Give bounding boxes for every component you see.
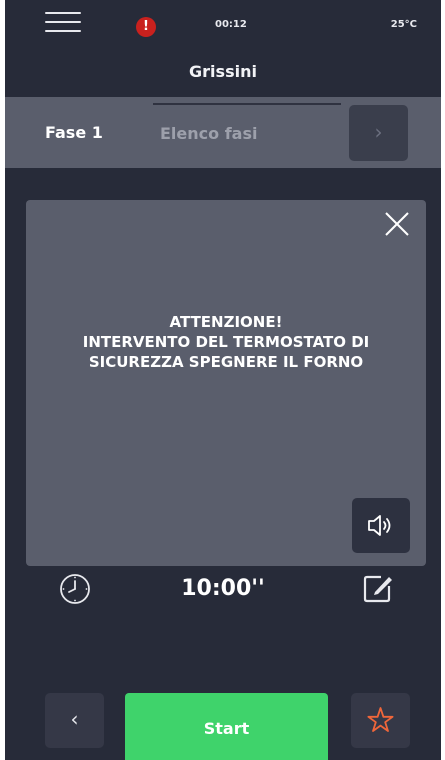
status-temperature: 25°C	[390, 19, 417, 30]
alert-message-line-1: ATTENZIONE!	[169, 313, 283, 331]
recipe-title: Grissini	[189, 62, 257, 81]
phase-bar: Fase 1 Elenco fasi ›	[5, 97, 441, 168]
back-button[interactable]: ‹	[45, 693, 104, 748]
tab-indicator	[153, 103, 341, 105]
start-button[interactable]: Start	[125, 693, 328, 760]
close-icon[interactable]	[382, 209, 412, 239]
tab-phase-list[interactable]: Elenco fasi	[153, 103, 341, 165]
alert-modal: ATTENZIONE! INTERVENTO DEL TERMOSTATO DI…	[26, 200, 426, 566]
star-icon	[367, 707, 394, 732]
sound-button[interactable]	[352, 498, 410, 553]
status-bar: ! 00:12 25°C	[5, 0, 441, 55]
alert-icon[interactable]: !	[136, 17, 156, 37]
status-time: 00:12	[215, 19, 247, 30]
speaker-icon	[368, 515, 391, 536]
favorite-button[interactable]	[351, 693, 410, 748]
oven-screen: ! 00:12 25°C Grissini Fase 1 Elenco fasi…	[5, 0, 441, 760]
alert-message-line-3: SICUREZZA SPEGNERE IL FORNO	[88, 353, 364, 371]
alert-message-line-2: INTERVENTO DEL TERMOSTATO DI	[82, 333, 370, 351]
chevron-left-icon: ‹	[70, 707, 79, 731]
edit-icon[interactable]	[361, 572, 395, 604]
phase-list-label: Elenco fasi	[160, 124, 258, 143]
current-phase-label[interactable]: Fase 1	[45, 123, 103, 142]
next-phase-button[interactable]: ›	[349, 105, 408, 161]
hamburger-menu-icon[interactable]	[45, 12, 81, 38]
alert-message: ATTENZIONE! INTERVENTO DEL TERMOSTATO DI…	[26, 312, 426, 372]
chevron-right-icon: ›	[374, 120, 383, 144]
